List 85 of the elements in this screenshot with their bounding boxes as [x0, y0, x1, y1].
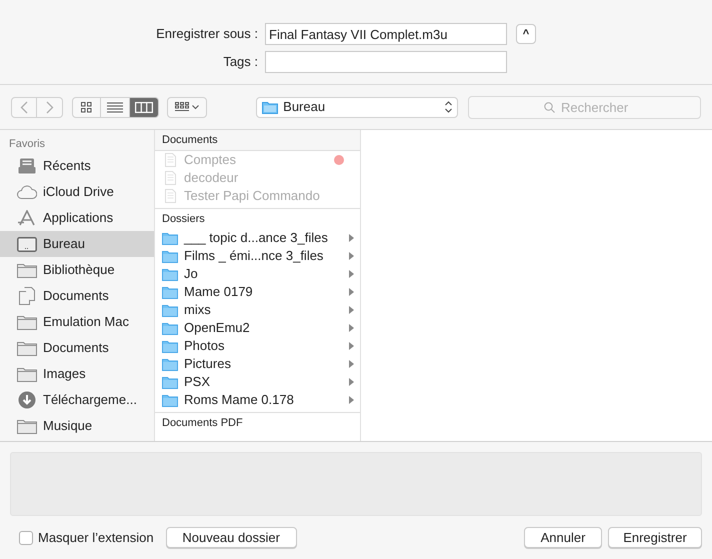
folder-item[interactable]: ___ topic d...ance 3_files — [155, 229, 360, 247]
folder-icon — [262, 100, 278, 114]
chevron-down-icon — [192, 104, 200, 110]
new-folder-button[interactable]: Nouveau dossier — [166, 527, 297, 548]
folder-item[interactable]: OpenEmu2 — [155, 319, 360, 337]
sidebar-item[interactable]: Musique — [0, 413, 154, 439]
section-heading: Documents — [155, 130, 360, 151]
checkbox-label: Masquer l’extension — [38, 528, 154, 547]
folder-icon — [162, 286, 178, 298]
folder-icon — [162, 232, 178, 244]
list-icon — [107, 102, 123, 112]
disclosure-arrow-icon — [349, 288, 354, 296]
columns-icon — [135, 102, 153, 112]
expand-button[interactable]: ^ — [516, 24, 536, 44]
disclosure-arrow-icon — [349, 396, 354, 404]
cancel-button[interactable]: Annuler — [524, 527, 602, 548]
view-button[interactable] — [72, 96, 101, 118]
section-heading: Documents PDF — [155, 412, 360, 433]
sidebar-item[interactable]: Bibliothèque — [0, 257, 154, 283]
folder-icon — [162, 340, 178, 352]
field-label: Tags : — [222, 53, 259, 72]
grid-icon — [175, 102, 190, 112]
folder-item[interactable]: Mame 0179 — [155, 283, 360, 301]
sidebar-item[interactable]: Emulation Mac — [0, 309, 154, 335]
view-button[interactable] — [101, 96, 130, 118]
disclosure-arrow-icon — [349, 306, 354, 314]
disclosure-arrow-icon — [349, 270, 354, 278]
folder-item[interactable]: mixs — [155, 301, 360, 319]
folder-item[interactable]: Roms Mame 0.178 — [155, 391, 360, 409]
folder-icon — [17, 418, 37, 434]
folder-item[interactable]: Jo — [155, 265, 360, 283]
checkbox[interactable] — [19, 530, 33, 544]
desktop-icon — [17, 236, 37, 252]
folder-item[interactable]: Photos — [155, 337, 360, 355]
field-label: Enregistrer sous : — [155, 25, 259, 44]
document-icon — [164, 189, 176, 203]
search-field[interactable]: Rechercher — [468, 96, 701, 118]
sidebar-item[interactable]: Récents — [0, 153, 154, 179]
sidebar-item[interactable]: Documents — [0, 335, 154, 361]
folder-icon — [17, 340, 37, 356]
grid-icon — [81, 102, 92, 112]
documents-icon — [18, 287, 36, 305]
disclosure-arrow-icon — [349, 342, 354, 350]
sidebar-item[interactable]: Documents — [0, 283, 154, 309]
filename-field[interactable]: Final Fantasy VII Complet.m3u — [265, 23, 507, 45]
document-icon — [164, 153, 176, 167]
document-icon — [164, 171, 176, 185]
folder-icon — [162, 268, 178, 280]
sidebar-item[interactable]: Bureau — [0, 231, 154, 257]
sidebar-item[interactable]: Applications — [0, 205, 154, 231]
folder-item[interactable]: PSX — [155, 373, 360, 391]
disclosure-arrow-icon — [349, 324, 354, 332]
folder-icon — [162, 322, 178, 334]
sidebar-item[interactable]: iCloud Drive — [0, 179, 154, 205]
tags-field[interactable] — [265, 51, 507, 73]
folder-icon — [17, 262, 37, 278]
search-icon — [544, 102, 555, 112]
arrange-button[interactable] — [167, 96, 208, 118]
sidebar-heading: Favoris — [8, 137, 46, 152]
updown-arrows-icon — [445, 101, 452, 113]
save-button[interactable]: Enregistrer — [608, 527, 702, 548]
compass-icon — [17, 210, 37, 226]
folder-icon — [162, 376, 178, 388]
disclosure-arrow-icon — [349, 378, 354, 386]
folder-item[interactable]: Pictures — [155, 355, 360, 373]
folder-icon — [17, 366, 37, 382]
chevron-left-icon — [20, 100, 28, 114]
tray-icon — [18, 158, 36, 174]
cloud-icon — [17, 185, 37, 199]
disclosure-arrow-icon — [349, 234, 354, 242]
folder-icon — [162, 358, 178, 370]
folder-icon — [162, 250, 178, 262]
folder-icon — [17, 314, 37, 330]
location-popup[interactable]: Bureau — [256, 96, 458, 118]
sidebar-item[interactable]: Téléchargeme... — [0, 387, 154, 413]
section-heading: Dossiers — [155, 208, 360, 229]
chevron-right-icon — [46, 100, 54, 114]
disclosure-arrow-icon — [349, 252, 354, 260]
disclosure-arrow-icon — [349, 360, 354, 368]
folder-item[interactable]: Films _ émi...nce 3_files — [155, 247, 360, 265]
view-button[interactable] — [130, 96, 159, 118]
download-icon — [18, 391, 36, 409]
folder-icon — [162, 304, 178, 316]
sidebar-item[interactable]: Images — [0, 361, 154, 387]
folder-icon — [162, 394, 178, 406]
